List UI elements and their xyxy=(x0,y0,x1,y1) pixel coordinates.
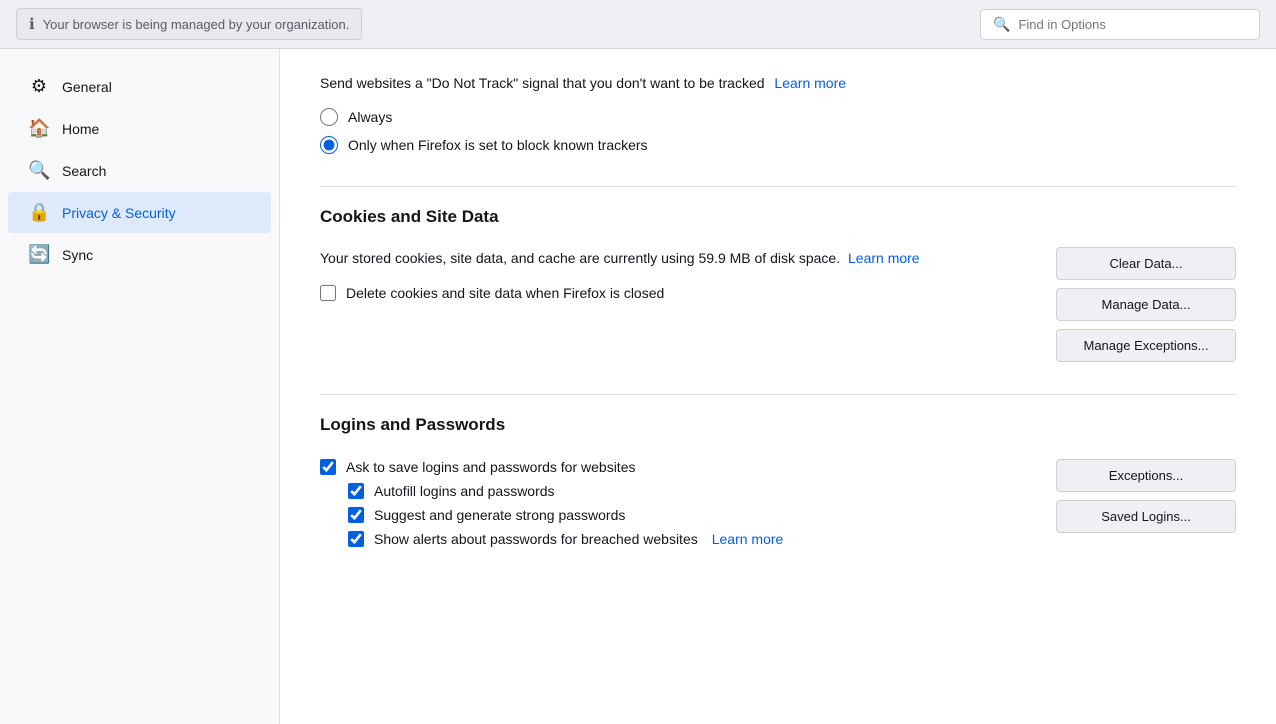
logins-row: Ask to save logins and passwords for web… xyxy=(320,459,1236,547)
gear-icon: ⚙ xyxy=(28,76,50,97)
cookies-buttons: Clear Data... Manage Data... Manage Exce… xyxy=(1056,247,1236,362)
sidebar-item-search[interactable]: 🔍 Search xyxy=(8,150,271,191)
cookies-main: Your stored cookies, site data, and cach… xyxy=(320,247,1032,309)
dnt-learn-more-link[interactable]: Learn more xyxy=(774,75,846,91)
ask-save-label: Ask to save logins and passwords for web… xyxy=(346,459,635,475)
sidebar-item-label-search: Search xyxy=(62,163,106,179)
breached-alerts-row: Show alerts about passwords for breached… xyxy=(348,531,1032,547)
sync-icon: 🔄 xyxy=(28,244,50,265)
exceptions-button[interactable]: Exceptions... xyxy=(1056,459,1236,492)
logins-main: Ask to save logins and passwords for web… xyxy=(320,459,1032,547)
dnt-always-label: Always xyxy=(348,109,392,125)
ask-save-checkbox[interactable] xyxy=(320,459,336,475)
breached-learn-more-link[interactable]: Learn more xyxy=(712,531,784,547)
saved-logins-button[interactable]: Saved Logins... xyxy=(1056,500,1236,533)
lock-icon: 🔒 xyxy=(28,202,50,223)
sidebar: ⚙ General 🏠 Home 🔍 Search 🔒 Privacy & Se… xyxy=(0,49,280,724)
sidebar-item-label-sync: Sync xyxy=(62,247,93,263)
cookies-section: Cookies and Site Data Your stored cookie… xyxy=(320,207,1236,362)
suggest-passwords-checkbox[interactable] xyxy=(348,507,364,523)
sidebar-item-label-general: General xyxy=(62,79,112,95)
logins-title: Logins and Passwords xyxy=(320,415,1236,443)
sidebar-item-sync[interactable]: 🔄 Sync xyxy=(8,234,271,275)
autofill-checkbox[interactable] xyxy=(348,483,364,499)
managed-notice: ℹ Your browser is being managed by your … xyxy=(16,8,362,40)
ask-save-option[interactable]: Ask to save logins and passwords for web… xyxy=(320,459,1032,475)
clear-data-button[interactable]: Clear Data... xyxy=(1056,247,1236,280)
cookies-title: Cookies and Site Data xyxy=(320,207,1236,235)
autofill-option[interactable]: Autofill logins and passwords xyxy=(348,483,1032,499)
manage-exceptions-button[interactable]: Manage Exceptions... xyxy=(1056,329,1236,362)
sidebar-item-privacy[interactable]: 🔒 Privacy & Security xyxy=(8,192,271,233)
suggest-passwords-label: Suggest and generate strong passwords xyxy=(374,507,625,523)
find-options-input[interactable] xyxy=(1018,17,1247,32)
search-icon: 🔍 xyxy=(28,160,50,181)
logins-buttons: Exceptions... Saved Logins... xyxy=(1056,459,1236,533)
delete-cookies-label: Delete cookies and site data when Firefo… xyxy=(346,285,664,301)
suggest-passwords-option[interactable]: Suggest and generate strong passwords xyxy=(348,507,1032,523)
sidebar-item-label-privacy: Privacy & Security xyxy=(62,205,176,221)
delete-cookies-checkbox[interactable] xyxy=(320,285,336,301)
dnt-only-when-label: Only when Firefox is set to block known … xyxy=(348,137,648,153)
dnt-description: Send websites a "Do Not Track" signal th… xyxy=(320,73,1236,94)
content-area: Send websites a "Do Not Track" signal th… xyxy=(280,49,1276,724)
autofill-label: Autofill logins and passwords xyxy=(374,483,555,499)
dnt-always-option[interactable]: Always xyxy=(320,108,1236,126)
logins-section: Logins and Passwords Ask to save logins … xyxy=(320,415,1236,547)
find-search-icon: 🔍 xyxy=(993,16,1010,33)
find-options-box[interactable]: 🔍 xyxy=(980,9,1260,40)
main-layout: ⚙ General 🏠 Home 🔍 Search 🔒 Privacy & Se… xyxy=(0,49,1276,724)
home-icon: 🏠 xyxy=(28,118,50,139)
top-bar: ℹ Your browser is being managed by your … xyxy=(0,0,1276,49)
cookies-row: Your stored cookies, site data, and cach… xyxy=(320,247,1236,362)
divider-1 xyxy=(320,186,1236,187)
managed-notice-text: Your browser is being managed by your or… xyxy=(43,17,350,32)
cookies-desc: Your stored cookies, site data, and cach… xyxy=(320,247,1032,269)
info-icon: ℹ xyxy=(29,15,35,33)
sidebar-item-general[interactable]: ⚙ General xyxy=(8,66,271,107)
divider-2 xyxy=(320,394,1236,395)
cookies-learn-more-link[interactable]: Learn more xyxy=(848,250,920,266)
dnt-only-when-option[interactable]: Only when Firefox is set to block known … xyxy=(320,136,1236,154)
sidebar-item-label-home: Home xyxy=(62,121,99,137)
dnt-only-when-radio[interactable] xyxy=(320,136,338,154)
manage-data-button[interactable]: Manage Data... xyxy=(1056,288,1236,321)
sidebar-item-home[interactable]: 🏠 Home xyxy=(8,108,271,149)
delete-cookies-option[interactable]: Delete cookies and site data when Firefo… xyxy=(320,285,1032,301)
dnt-section: Send websites a "Do Not Track" signal th… xyxy=(320,73,1236,154)
breached-alerts-checkbox[interactable] xyxy=(348,531,364,547)
dnt-always-radio[interactable] xyxy=(320,108,338,126)
breached-alerts-label: Show alerts about passwords for breached… xyxy=(374,531,698,547)
